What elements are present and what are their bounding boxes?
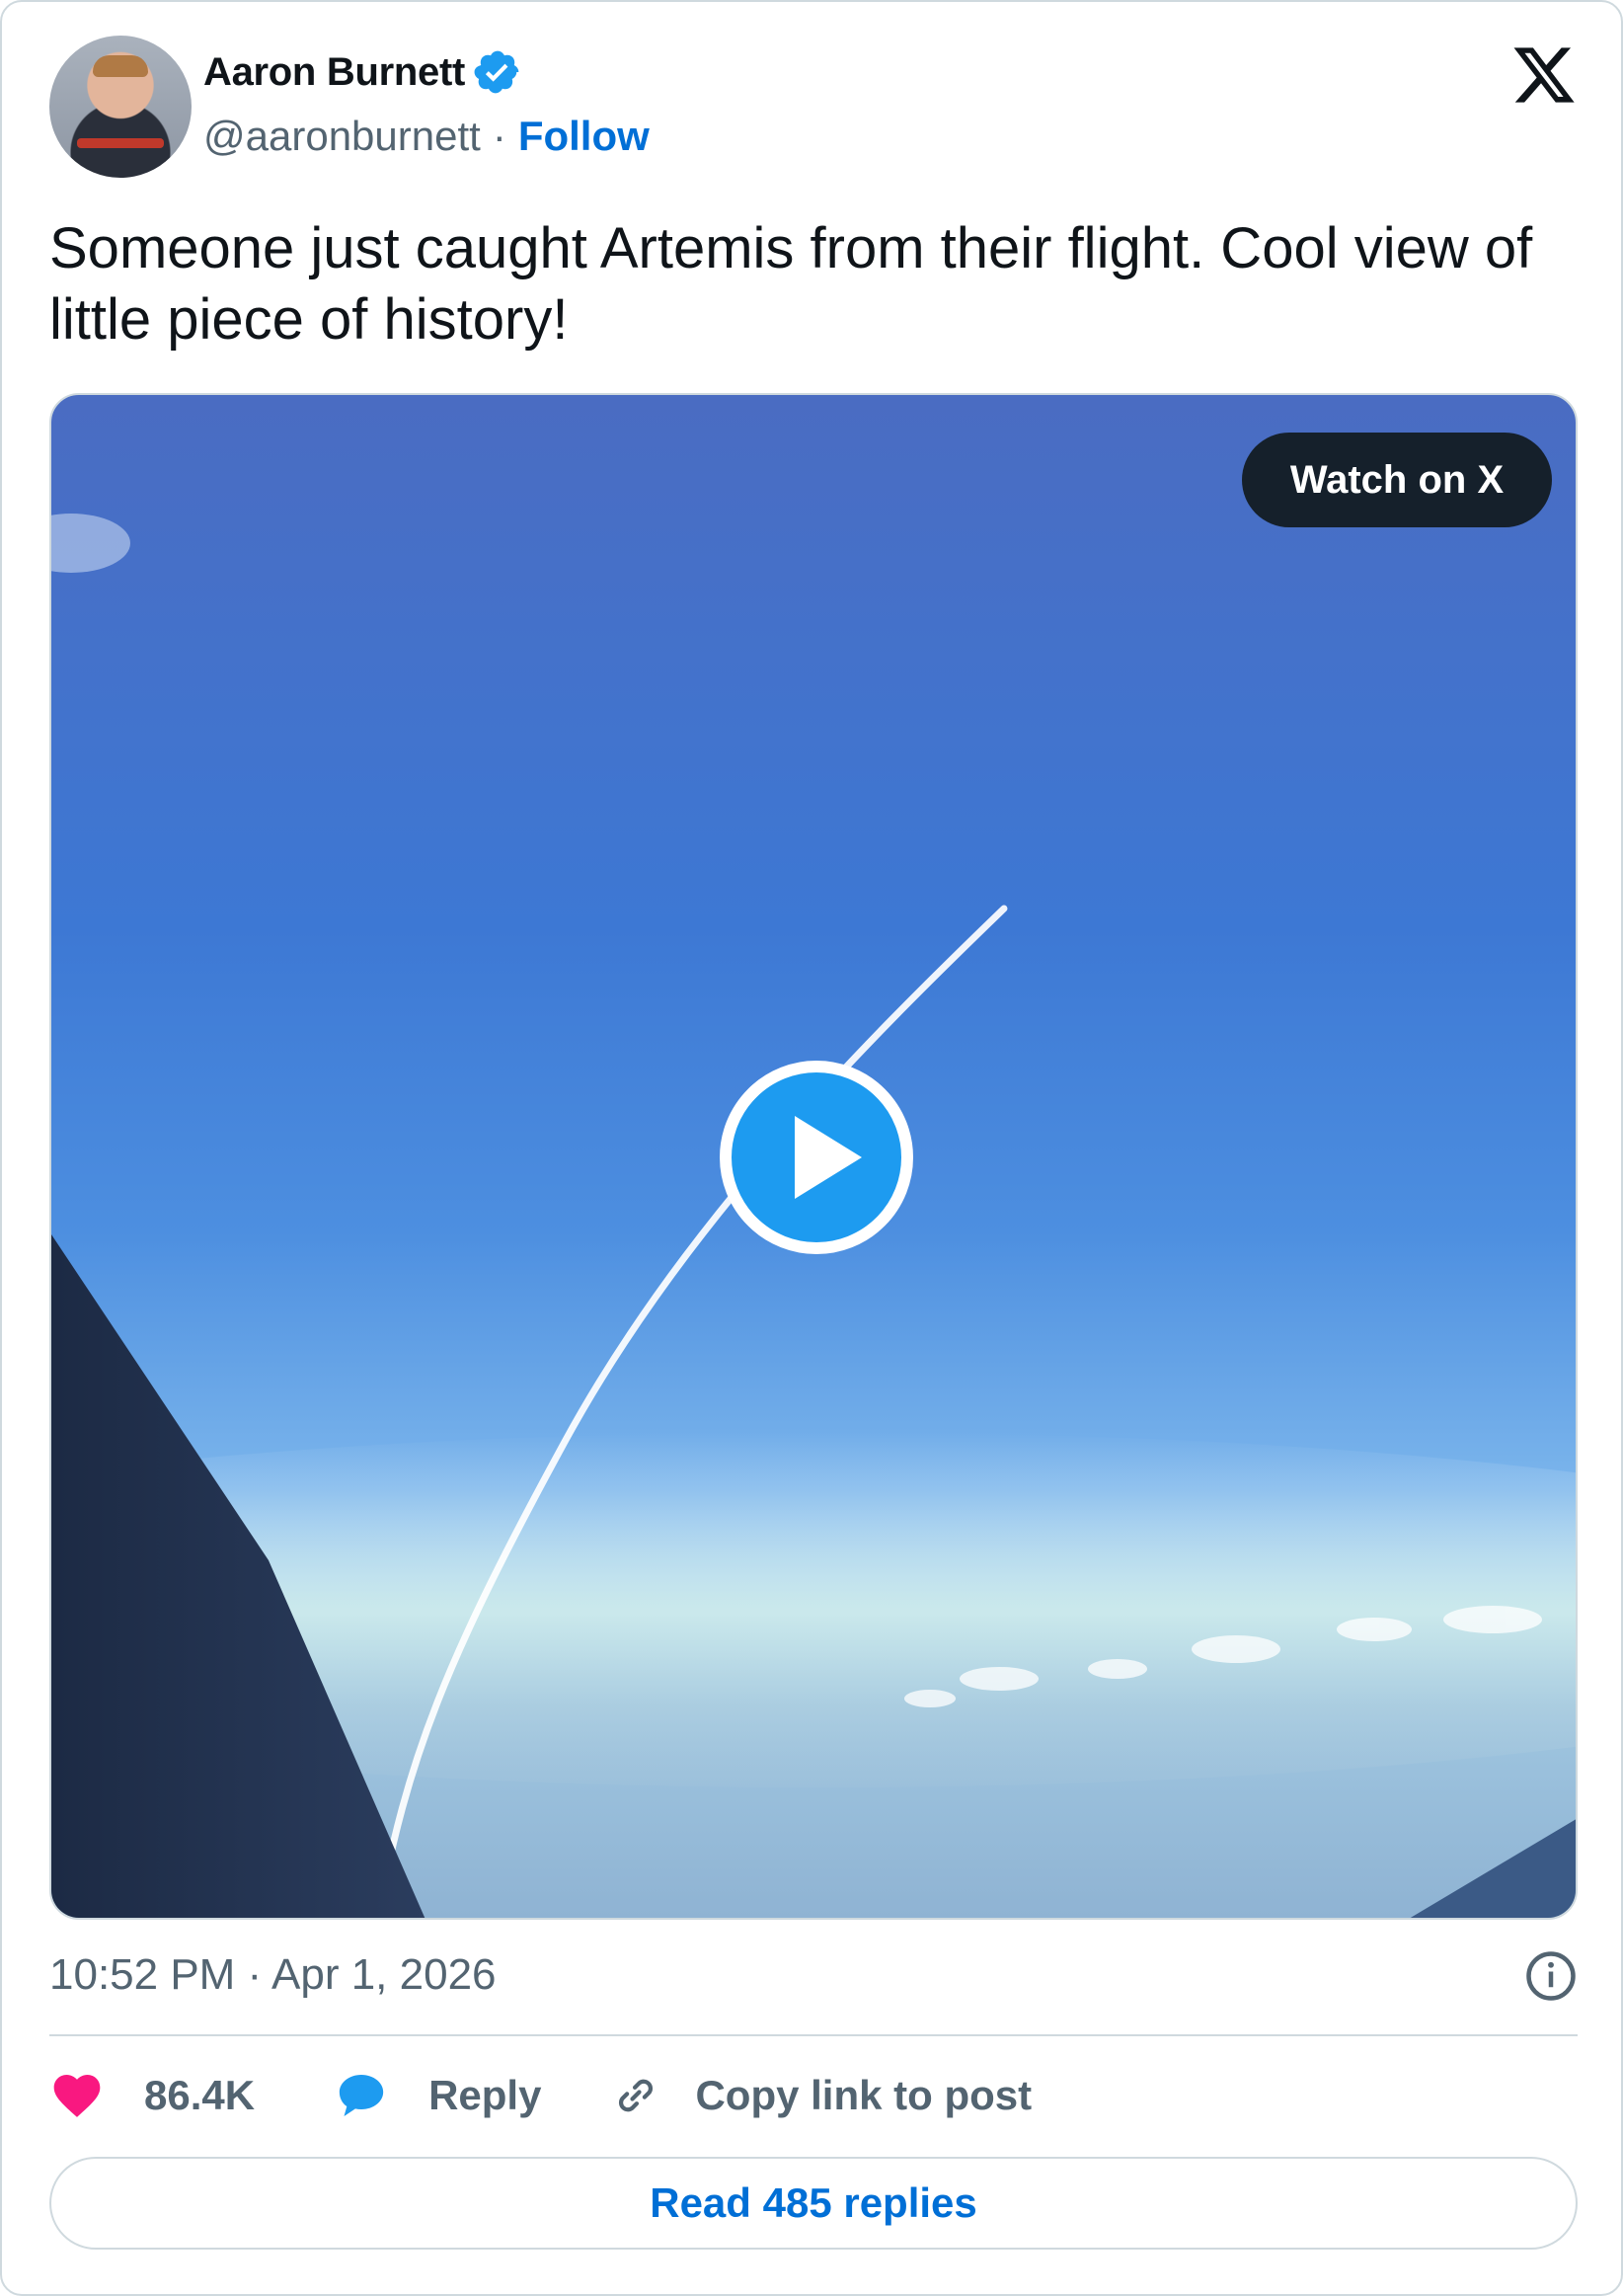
author-name-row: Aaron Burnett — [203, 47, 522, 97]
copy-link-button[interactable]: Copy link to post — [608, 2068, 1032, 2123]
avatar-suit-stripe — [77, 138, 164, 148]
play-icon[interactable] — [718, 1059, 915, 1256]
speech-bubble-icon — [339, 2075, 384, 2116]
info-icon[interactable] — [1524, 1949, 1578, 2003]
avatar[interactable] — [49, 36, 192, 178]
copy-link-label: Copy link to post — [695, 2072, 1033, 2118]
follow-button[interactable]: Follow — [518, 113, 650, 160]
video-media[interactable]: Watch on X — [49, 393, 1578, 1920]
author-name[interactable]: Aaron Burnett — [203, 50, 465, 95]
post-header: Aaron Burnett @aaronburnett · Follow — [49, 36, 1578, 184]
like-button[interactable]: 86.4K — [49, 2068, 255, 2123]
reply-button[interactable]: Reply — [334, 2068, 541, 2123]
verified-badge-icon — [473, 47, 522, 97]
divider — [49, 2034, 1578, 2036]
timestamp-row: 10:52 PM · Apr 1, 2026 — [49, 1945, 1578, 2005]
like-count: 86.4K — [144, 2072, 256, 2118]
author-handle[interactable]: @aaronburnett — [203, 113, 481, 160]
watch-on-x-button[interactable]: Watch on X — [1242, 433, 1552, 527]
link-icon — [619, 2079, 654, 2112]
reply-label: Reply — [428, 2072, 542, 2118]
heart-icon — [53, 2075, 101, 2117]
action-bar: 86.4K Reply Copy link to post — [49, 2064, 1578, 2127]
x-logo-icon[interactable] — [1510, 41, 1578, 109]
embedded-post-card: Aaron Burnett @aaronburnett · Follow Som… — [0, 0, 1623, 2296]
author-handle-row: @aaronburnett · Follow — [203, 113, 650, 160]
post-timestamp[interactable]: 10:52 PM · Apr 1, 2026 — [49, 1950, 497, 1999]
handle-separator: · — [492, 113, 506, 159]
read-replies-button[interactable]: Read 485 replies — [49, 2157, 1578, 2250]
avatar-hair — [93, 55, 148, 77]
post-text: Someone just caught Artemis from their f… — [49, 216, 1533, 352]
